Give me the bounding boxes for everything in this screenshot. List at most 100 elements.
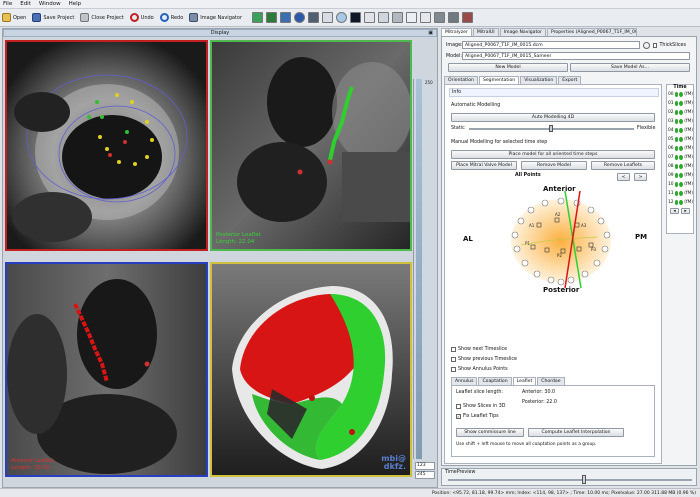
time-row[interactable]: 06 (fM): [667, 144, 693, 153]
thick-slices-checkbox[interactable]: [652, 42, 658, 48]
time-row[interactable]: 02 (fM): [667, 108, 693, 117]
intensity-ruler[interactable]: 250: [413, 79, 435, 459]
slider-handle[interactable]: [549, 125, 553, 132]
tab-mitralui[interactable]: MitralUI: [472, 28, 499, 36]
tool-measure-icon[interactable]: [280, 12, 292, 23]
fix-leaflet-tips-checkbox[interactable]: ✓: [456, 414, 461, 419]
tab-segmentation[interactable]: Segmentation: [478, 76, 520, 84]
tool-help-icon[interactable]: [294, 12, 306, 23]
refresh-icon[interactable]: [642, 41, 650, 49]
time-next-button[interactable]: ▸: [681, 208, 690, 214]
posterior-leaflet-label: Posterior Leaflet Length: 22.04: [216, 232, 261, 245]
open-button[interactable]: Open: [2, 13, 26, 22]
time-suffix: (fM): [684, 128, 693, 133]
next-point-button[interactable]: >: [634, 173, 647, 181]
tool-image-c-icon[interactable]: [462, 12, 474, 23]
show-annulus-points-checkbox[interactable]: [451, 367, 456, 372]
image-navigator-button[interactable]: Image Navigator: [189, 13, 242, 22]
remove-leaflets-button[interactable]: Remove Leaflets: [591, 161, 655, 170]
menu-edit[interactable]: Edit: [20, 1, 31, 7]
close-project-button[interactable]: Close Project: [80, 13, 124, 22]
tool-lasso-icon[interactable]: [406, 12, 418, 23]
tool-road-icon[interactable]: [392, 12, 404, 23]
compute-leaflet-interpolation-button[interactable]: Compute Leaflet Interpolation: [528, 428, 624, 437]
time-row[interactable]: 07 (fM): [667, 153, 693, 162]
menu-file[interactable]: File: [3, 1, 12, 7]
tool-segmentation-icon[interactable]: [266, 12, 278, 23]
time-row[interactable]: 05 (fM): [667, 135, 693, 144]
close-icon[interactable]: ▣: [428, 30, 433, 36]
show-slices-3d-checkbox[interactable]: [456, 404, 461, 409]
window-value-box[interactable]: 245: [415, 471, 435, 479]
time-suffix: (fM): [684, 200, 693, 205]
tab-orientation[interactable]: Orientation: [444, 76, 478, 84]
viewport-3d[interactable]: mbi@ dkfz.: [210, 262, 412, 477]
time-row[interactable]: 11 (fM): [667, 189, 693, 198]
time-row[interactable]: 10 (fM): [667, 180, 693, 189]
save-model-as-button[interactable]: Save Model As...: [570, 63, 690, 72]
valve-diagram[interactable]: A1 A2 A3 P1 P2 P3 Anterior Posterior AL PM: [463, 183, 647, 298]
model-select[interactable]: Aligned_P0067_T1F_IM_0015_Sameer: [462, 52, 690, 60]
tab-chordae[interactable]: Chordae: [537, 377, 565, 385]
time-index: 00: [668, 92, 674, 97]
time-row[interactable]: 01 (fM): [667, 99, 693, 108]
tab-export[interactable]: Export: [558, 76, 582, 84]
time-index: 01: [668, 101, 674, 106]
time-row[interactable]: 00 (fM): [667, 90, 693, 99]
tool-3d-icon[interactable]: [308, 12, 320, 23]
viewport-bottom-left[interactable]: Anterior Leaflet Length: 30.00: [5, 262, 208, 477]
tab-mitralyzer[interactable]: Mitralyzer: [441, 28, 472, 36]
tool-table-icon[interactable]: [322, 12, 334, 23]
new-model-button[interactable]: New Model: [448, 63, 568, 72]
tab-properties[interactable]: Properties (Aligned_P0067_T1F_IM_001...: [546, 28, 637, 36]
tool-image-b-icon[interactable]: [448, 12, 460, 23]
level-value-box[interactable]: 123: [415, 462, 435, 470]
place-model-button[interactable]: Place model for all oriented time steps: [451, 150, 655, 159]
tool-shape-icon[interactable]: [252, 12, 264, 23]
viewport-top-right[interactable]: Posterior Leaflet Length: 22.04: [210, 40, 412, 251]
tab-leaflet[interactable]: Leaflet: [512, 377, 537, 385]
check-icon: [674, 119, 679, 124]
valve-3d-model: [212, 264, 410, 475]
time-row[interactable]: 08 (fM): [667, 162, 693, 171]
tool-curve-icon[interactable]: [364, 12, 376, 23]
show-commissure-line-button[interactable]: Show commissure line: [456, 428, 524, 437]
save-project-button[interactable]: Save Project: [32, 13, 74, 22]
tool-zoom-icon[interactable]: [336, 12, 348, 23]
menu-help[interactable]: Help: [69, 1, 82, 7]
time-row[interactable]: 04 (fM): [667, 126, 693, 135]
redo-button[interactable]: Redo: [159, 13, 183, 22]
menu-window[interactable]: Window: [39, 1, 61, 7]
check-icon: [674, 92, 679, 97]
time-row[interactable]: 12 (fM): [667, 198, 693, 207]
check-icon: [674, 137, 679, 142]
tab-coaptation[interactable]: Coaptation: [478, 377, 512, 385]
display-panel-title: Display ▣: [3, 29, 437, 37]
show-next-timeslice-checkbox[interactable]: [451, 347, 456, 352]
place-mitral-valve-button[interactable]: Place Mitral Valve Model: [451, 161, 517, 170]
thick-slices-label: ThickSlices: [659, 42, 686, 48]
display-panel: Display ▣ Posterior Leaflet Length: 22.0…: [2, 28, 438, 488]
image-select[interactable]: Aligned_P0067_T1F_IM_0015.dcm: [462, 41, 640, 49]
time-preview-slider-handle[interactable]: [582, 475, 586, 484]
time-row[interactable]: 03 (fM): [667, 117, 693, 126]
prev-point-button[interactable]: <: [617, 173, 630, 181]
time-prev-button[interactable]: ◂: [670, 208, 679, 214]
tab-annulus[interactable]: Annulus: [451, 377, 478, 385]
tab-image-navigator[interactable]: Image Navigator: [499, 28, 546, 36]
undo-button[interactable]: Undo: [129, 13, 154, 22]
tool-car-icon[interactable]: [378, 12, 390, 23]
auto-modelling-4d-button[interactable]: Auto Modelling 4D: [451, 113, 655, 122]
svg-text:A1: A1: [529, 223, 535, 228]
tool-image-a-icon[interactable]: [434, 12, 446, 23]
viewport-top-left[interactable]: [5, 40, 208, 251]
show-previous-timeslice-checkbox[interactable]: [451, 357, 456, 362]
remove-model-button[interactable]: Remove Model: [521, 161, 587, 170]
tool-view-icon[interactable]: [350, 12, 362, 23]
tab-visualization[interactable]: Visualization: [520, 76, 558, 84]
check-icon: [679, 191, 684, 196]
time-preview-slider-track[interactable]: [448, 479, 692, 481]
status-text: Position: <95.72, 81.18, 99.74> mm; Inde…: [431, 490, 696, 496]
time-row[interactable]: 09 (fM): [667, 171, 693, 180]
tool-spline-icon[interactable]: [420, 12, 432, 23]
